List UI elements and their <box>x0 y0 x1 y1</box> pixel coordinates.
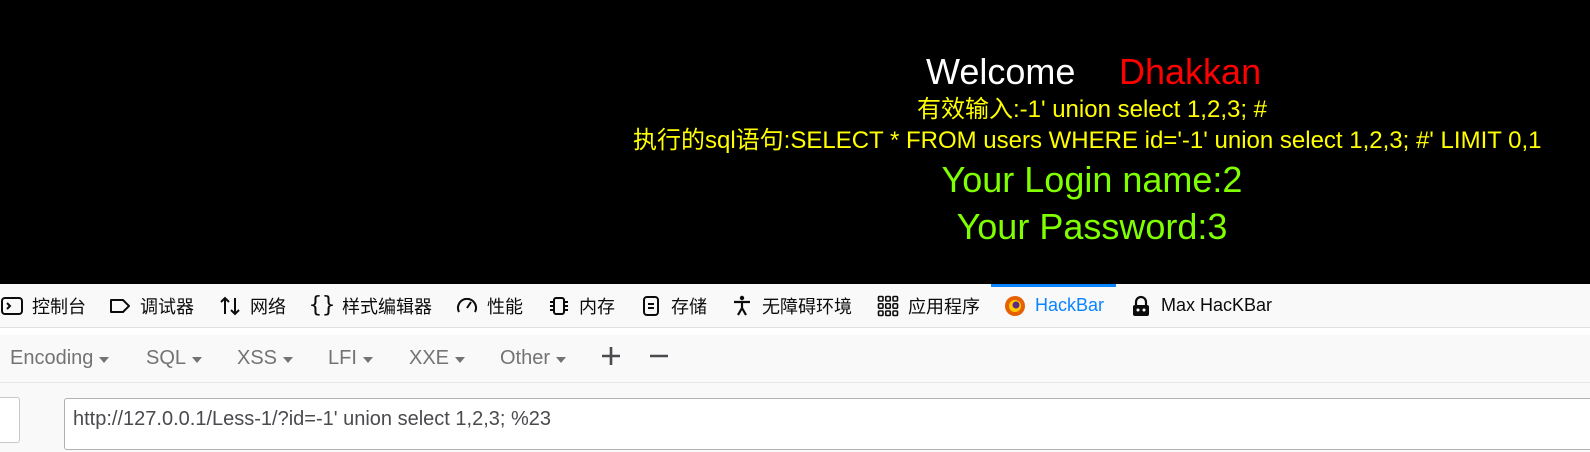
menu-lfi[interactable]: LFI <box>328 335 373 382</box>
menu-label: Encoding <box>10 347 94 369</box>
menu-other[interactable]: Other <box>500 335 567 382</box>
console-icon <box>0 294 24 318</box>
accessibility-icon <box>730 294 754 318</box>
tab-label: HackBar <box>1035 295 1105 315</box>
tab-label: Max HacKBar <box>1161 295 1273 315</box>
tab-performance[interactable]: 性能 <box>455 284 523 327</box>
tab-label: 内存 <box>579 296 615 317</box>
tab-console[interactable]: 控制台 <box>0 284 86 327</box>
tab-label: 应用程序 <box>908 296 980 317</box>
debugger-icon <box>108 294 132 318</box>
welcome-text: Welcome <box>926 51 1076 92</box>
tab-application[interactable]: 应用程序 <box>876 284 980 327</box>
menu-label: Other <box>500 347 551 369</box>
tab-max-hackbar[interactable]: Max HacKBar <box>1129 284 1272 327</box>
menu-xss[interactable]: XSS <box>237 335 294 382</box>
tab-label: 性能 <box>487 296 523 317</box>
caret-down-icon <box>192 357 203 363</box>
tab-memory[interactable]: 内存 <box>547 284 615 327</box>
network-icon <box>218 294 242 318</box>
max-hackbar-icon <box>1129 294 1153 318</box>
style-editor-icon: {} <box>308 293 336 318</box>
caret-down-icon <box>99 357 110 363</box>
remove-button[interactable] <box>649 335 669 382</box>
caret-down-icon <box>455 357 466 363</box>
application-icon <box>876 294 900 318</box>
plus-icon <box>600 345 622 372</box>
menu-xxe[interactable]: XXE <box>409 335 466 382</box>
tab-hackbar[interactable]: HackBar <box>990 284 1117 327</box>
menu-label: LFI <box>328 347 357 369</box>
menu-label: XXE <box>409 347 450 369</box>
tab-label: 样式编辑器 <box>342 296 432 317</box>
tab-debugger[interactable]: 调试器 <box>108 284 194 327</box>
tab-accessibility[interactable]: 无障碍环境 <box>730 284 852 327</box>
add-button[interactable] <box>600 335 622 382</box>
menu-label: XSS <box>237 347 278 369</box>
tab-label: 网络 <box>250 296 286 317</box>
hackbar-icon <box>1003 294 1027 318</box>
tab-label: 无障碍环境 <box>762 296 852 317</box>
side-button[interactable] <box>0 397 20 443</box>
storage-icon <box>639 294 663 318</box>
devtools-tab-bar: 控制台 调试器 网络 {} 样式编辑器 性能 内存 存储 无障碍环境 应用程序 … <box>0 284 1590 328</box>
menu-sql[interactable]: SQL <box>146 335 203 382</box>
menu-label: SQL <box>146 347 187 369</box>
url-area: http://127.0.0.1/Less-1/?id=-1' union se… <box>0 383 1590 452</box>
tab-storage[interactable]: 存储 <box>639 284 707 327</box>
tab-style-editor[interactable]: {} 样式编辑器 <box>308 284 432 327</box>
hackbar-toolbar: Encoding SQL XSS LFI XXE Other <box>0 335 1590 383</box>
tab-network[interactable]: 网络 <box>218 284 286 327</box>
performance-icon <box>455 294 479 318</box>
menu-encoding[interactable]: Encoding <box>10 335 110 382</box>
username-text: Dhakkan <box>1119 51 1262 92</box>
memory-icon <box>547 294 571 318</box>
caret-down-icon <box>362 357 373 363</box>
password-text: Your Password:3 <box>956 206 1228 247</box>
minus-icon <box>649 345 669 372</box>
executed-sql-text: 执行的sql语句:SELECT * FROM users WHERE id='-… <box>633 127 1542 154</box>
caret-down-icon <box>556 357 567 363</box>
tab-label: 调试器 <box>140 296 194 317</box>
tab-label: 存储 <box>671 296 707 317</box>
tab-label: 控制台 <box>32 296 86 317</box>
caret-down-icon <box>283 357 294 363</box>
url-input[interactable]: http://127.0.0.1/Less-1/?id=-1' union se… <box>64 398 1590 450</box>
login-name-text: Your Login name:2 <box>941 159 1243 200</box>
page-content: Welcome Dhakkan 有效输入:-1' union select 1,… <box>0 0 1590 284</box>
valid-input-text: 有效输入:-1' union select 1,2,3; # <box>916 96 1268 123</box>
